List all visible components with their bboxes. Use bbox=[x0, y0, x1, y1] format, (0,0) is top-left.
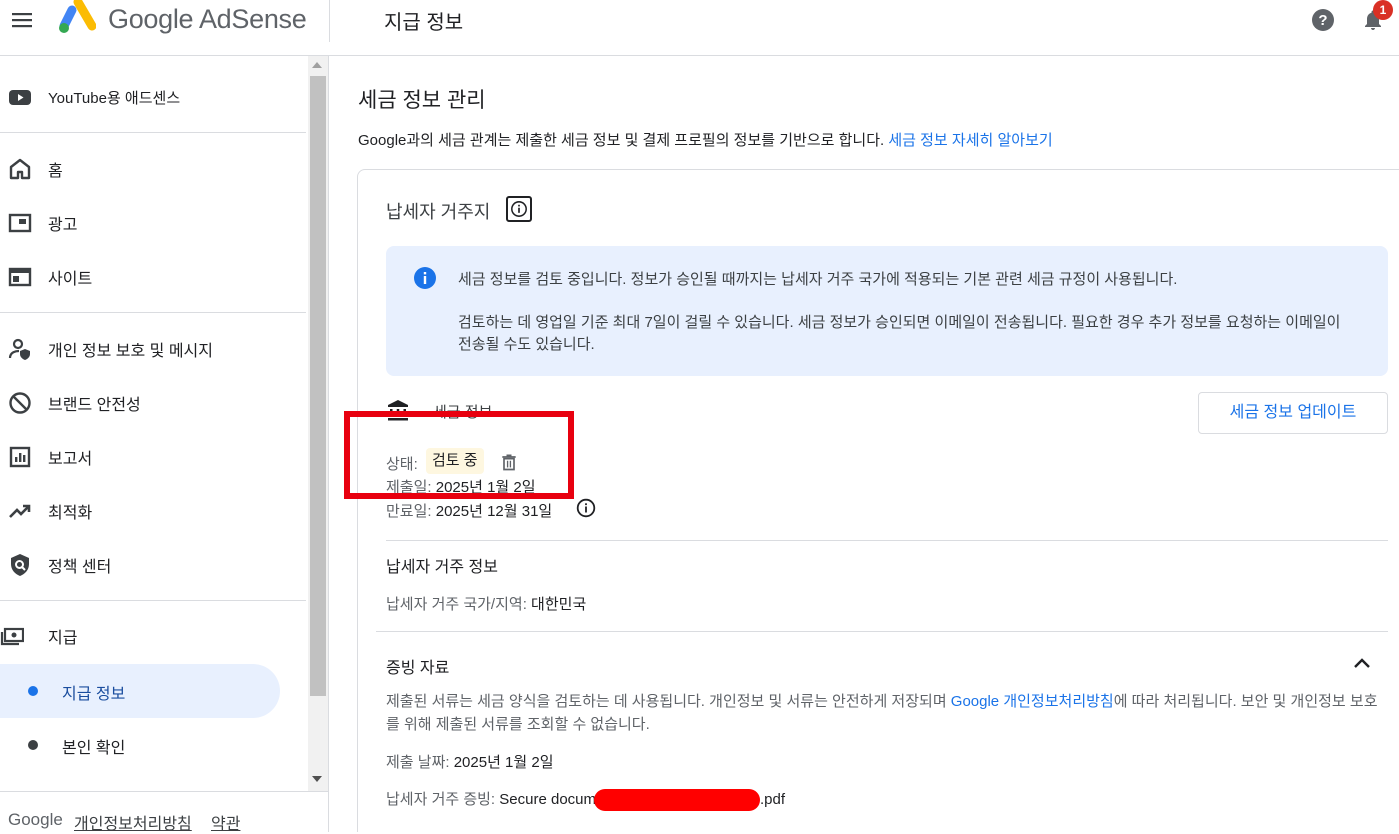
info-icon[interactable] bbox=[506, 196, 532, 222]
intro-text: Google과의 세금 관계는 제출한 세금 정보 및 결제 프로필의 정보를 … bbox=[358, 129, 1053, 150]
sidebar-item-label: 보고서 bbox=[48, 451, 93, 468]
sidebar-item-label: 지급 bbox=[48, 630, 78, 647]
bullet-icon bbox=[28, 740, 38, 750]
sidebar-item-label: 정책 센터 bbox=[48, 559, 112, 576]
footer-terms-link[interactable]: 약관 bbox=[211, 810, 240, 834]
payments-icon bbox=[0, 627, 24, 646]
sidebar-item-youtube[interactable]: YouTube용 애드센스 bbox=[0, 70, 280, 124]
help-icon[interactable]: ? bbox=[1311, 8, 1335, 32]
notification-badge: 1 bbox=[1373, 0, 1393, 20]
scroll-down-arrow-icon[interactable] bbox=[312, 776, 322, 782]
sidebar-item-label: 브랜드 안전성 bbox=[48, 397, 141, 414]
section-divider bbox=[376, 631, 1388, 632]
card-title: 납세자 거주지 bbox=[386, 202, 491, 222]
residence-proof-file-row: 납세자 거주 증빙: Secure docum .pdf bbox=[386, 788, 786, 812]
sidebar-item-label: YouTube용 애드센스 bbox=[48, 89, 181, 107]
bullet-icon bbox=[28, 686, 38, 696]
sidebar-item-label: 개인 정보 보호 및 메시지 bbox=[48, 343, 213, 360]
supporting-docs-description: 제출된 서류는 세금 양식을 검토하는 데 사용됩니다. 개인정보 및 서류는 … bbox=[386, 690, 1386, 736]
sidebar-divider bbox=[0, 312, 306, 313]
info-filled-icon bbox=[414, 267, 436, 289]
sidebar-subitem-label: 지급 정보 bbox=[62, 686, 126, 703]
block-icon bbox=[9, 392, 31, 414]
reports-icon bbox=[9, 446, 31, 468]
docs-desc-text: 제출된 서류는 세금 양식을 검토하는 데 사용됩니다. 개인정보 및 서류는 … bbox=[386, 693, 951, 710]
footer-privacy-link[interactable]: 개인정보처리방침 bbox=[74, 810, 192, 834]
sidebar-scrollbar[interactable] bbox=[308, 56, 328, 791]
sidebar-item-brand-safety[interactable]: 브랜드 안전성 bbox=[0, 376, 280, 430]
sidebar-item-ads[interactable]: 광고 bbox=[0, 196, 280, 250]
top-app-bar: Google AdSense 지급 정보 ? 1 bbox=[0, 0, 1399, 56]
expiry-date-row: 만료일: 2025년 12월 31일 bbox=[386, 500, 552, 521]
residence-value: 대한민국 bbox=[531, 596, 587, 613]
header-divider bbox=[329, 0, 330, 42]
tax-residence-card: 납세자 거주지 세금 정보를 검토 중입니다. 정보가 승인될 때까지는 납세자… bbox=[344, 169, 1399, 832]
sidebar-item-label: 최적화 bbox=[48, 505, 93, 522]
sidebar-item-privacy[interactable]: 개인 정보 보호 및 메시지 bbox=[0, 322, 280, 376]
learn-more-link[interactable]: 세금 정보 자세히 알아보기 bbox=[888, 132, 1052, 149]
residence-country-row: 납세자 거주 국가/지역: 대한민국 bbox=[386, 593, 586, 614]
sidebar-item-label: 광고 bbox=[48, 217, 78, 234]
sidebar-footer: Google 개인정보처리방침 약관 bbox=[0, 791, 328, 834]
docs-date-label: 제출 날짜: bbox=[386, 754, 454, 771]
sidebar-item-payments[interactable]: 지급 bbox=[0, 609, 280, 663]
section-divider bbox=[386, 540, 1388, 541]
trending-up-icon bbox=[9, 504, 31, 518]
page-title: 지급 정보 bbox=[384, 12, 464, 34]
docs-submitted-date-row: 제출 날짜: 2025년 1월 2일 bbox=[386, 751, 554, 772]
sidebar-item-label: 홈 bbox=[48, 163, 63, 180]
residence-info-title: 납세자 거주 정보 bbox=[386, 559, 498, 576]
docs-file-prefix: Secure docum bbox=[499, 791, 596, 808]
privacy-icon bbox=[8, 338, 30, 360]
chevron-up-icon[interactable] bbox=[1350, 652, 1374, 676]
sidebar-subitem-identity[interactable]: 본인 확인 bbox=[0, 718, 280, 772]
brand-title[interactable]: Google AdSense bbox=[108, 4, 307, 35]
policy-shield-icon bbox=[11, 554, 29, 576]
sidebar-item-reports[interactable]: 보고서 bbox=[0, 430, 280, 484]
main-content: 세금 정보 관리 Google과의 세금 관계는 제출한 세금 정보 및 결제 … bbox=[329, 56, 1399, 832]
intro-text-body: Google과의 세금 관계는 제출한 세금 정보 및 결제 프로필의 정보를 … bbox=[358, 132, 889, 149]
sidebar-item-optimization[interactable]: 최적화 bbox=[0, 484, 280, 538]
sidebar-item-home[interactable]: 홈 bbox=[0, 142, 280, 196]
expiry-info-icon[interactable] bbox=[576, 498, 596, 518]
youtube-icon bbox=[9, 90, 31, 105]
home-icon bbox=[9, 158, 31, 180]
sidebar-item-policy-center[interactable]: 정책 센터 bbox=[0, 538, 280, 592]
sidebar: YouTube용 애드센스 홈 광고 사이트 개인 정보 보호 및 메시지 브랜… bbox=[0, 56, 308, 791]
supporting-docs-title: 증빙 자료 bbox=[386, 660, 450, 677]
update-tax-info-button[interactable]: 세금 정보 업데이트 bbox=[1198, 392, 1388, 434]
sidebar-subitem-payment-info[interactable]: 지급 정보 bbox=[0, 664, 280, 718]
ads-icon bbox=[8, 213, 32, 233]
menu-icon[interactable] bbox=[10, 8, 34, 32]
annotation-highlight-box bbox=[344, 411, 574, 499]
privacy-policy-link[interactable]: Google 개인정보처리방침 bbox=[951, 693, 1114, 710]
docs-file-suffix: .pdf bbox=[760, 791, 786, 808]
docs-file-label: 납세자 거주 증빙: bbox=[386, 791, 500, 808]
docs-date-value: 2025년 1월 2일 bbox=[453, 754, 554, 771]
notice-text: 세금 정보를 검토 중입니다. 정보가 승인될 때까지는 납세자 거주 국가에 … bbox=[458, 271, 1178, 288]
review-notice-banner: 세금 정보를 검토 중입니다. 정보가 승인될 때까지는 납세자 거주 국가에 … bbox=[386, 246, 1388, 376]
scrollbar-thumb[interactable] bbox=[310, 76, 326, 696]
redaction-mark bbox=[594, 789, 760, 812]
sidebar-item-label: 사이트 bbox=[48, 271, 93, 288]
sidebar-divider bbox=[0, 132, 306, 133]
scroll-up-arrow-icon[interactable] bbox=[312, 62, 322, 68]
section-title: 세금 정보 관리 bbox=[358, 89, 486, 112]
expires-value: 2025년 12월 31일 bbox=[435, 503, 553, 520]
footer-google-logo: Google bbox=[8, 810, 63, 829]
svg-text:?: ? bbox=[1318, 12, 1327, 29]
sidebar-item-sites[interactable]: 사이트 bbox=[0, 250, 280, 304]
sidebar-subitem-label: 본인 확인 bbox=[62, 740, 126, 757]
notice-text: 검토하는 데 영업일 기준 최대 7일이 걸릴 수 있습니다. 세금 정보가 승… bbox=[458, 314, 1341, 353]
sidebar-divider bbox=[0, 600, 306, 601]
expires-label: 만료일: bbox=[386, 503, 436, 520]
adsense-logo-icon[interactable] bbox=[56, 0, 96, 36]
sites-icon bbox=[8, 267, 32, 287]
residence-label: 납세자 거주 국가/지역: bbox=[386, 596, 532, 613]
